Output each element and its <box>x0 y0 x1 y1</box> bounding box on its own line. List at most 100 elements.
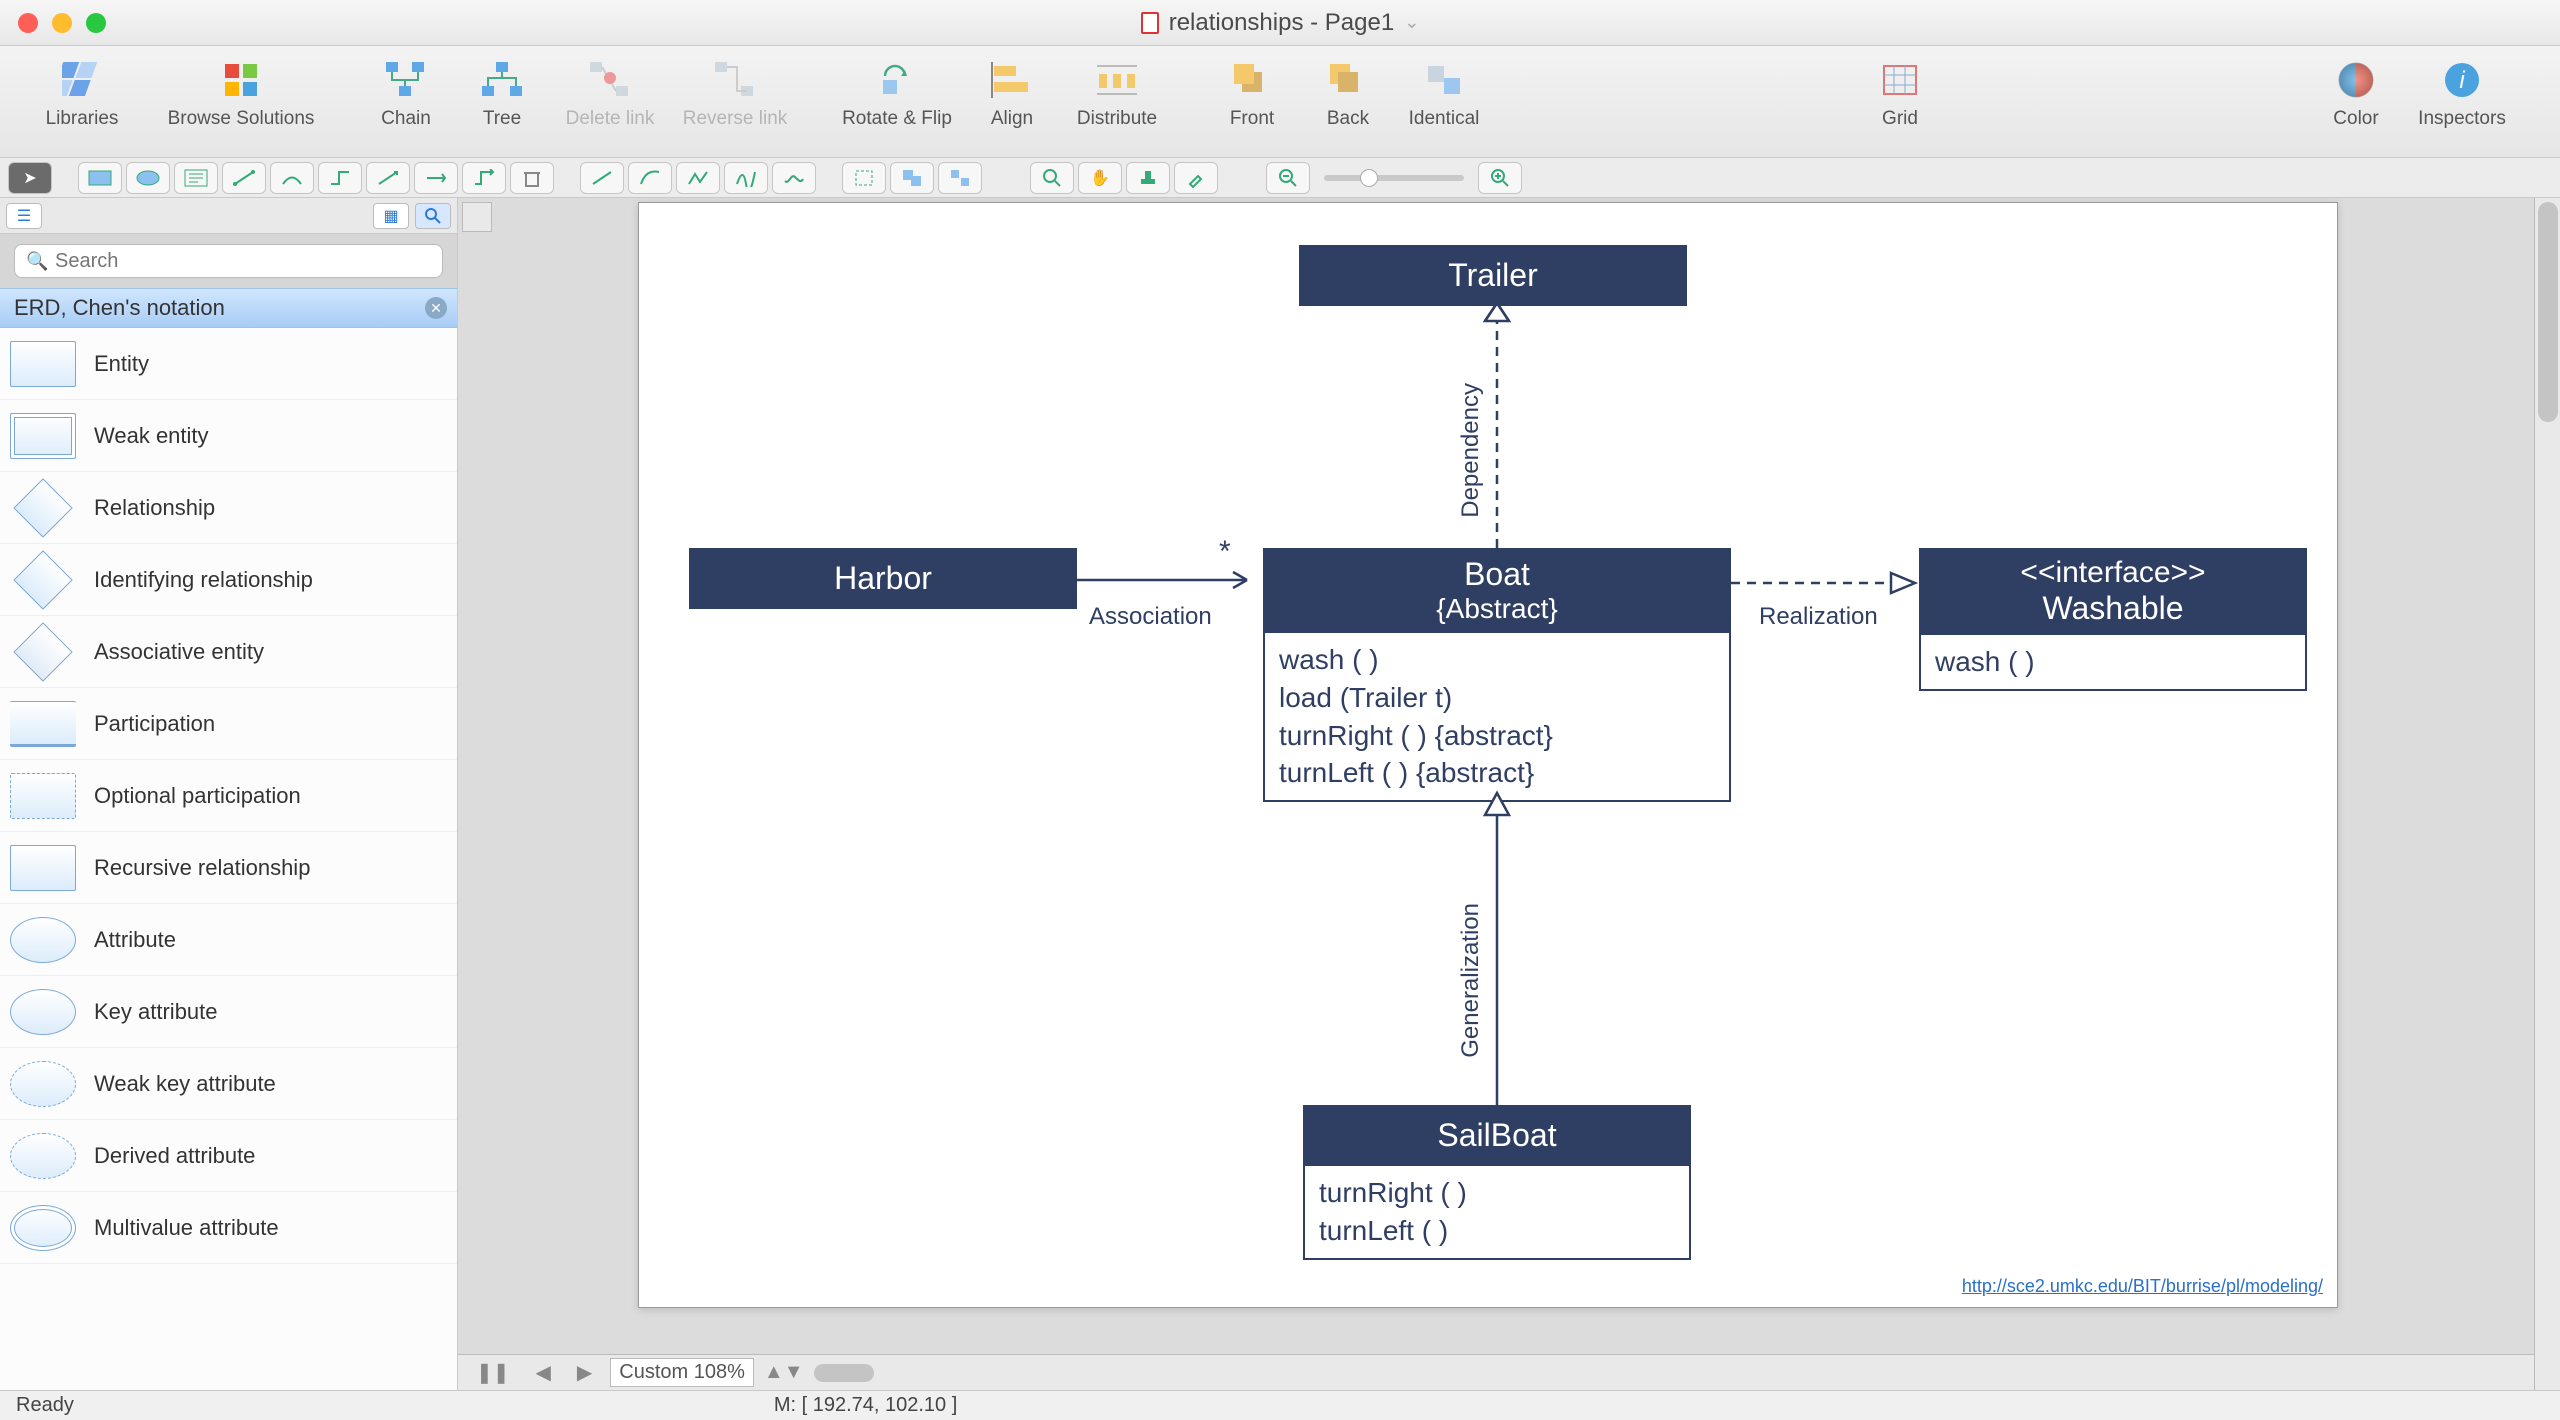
tree-button[interactable]: Tree <box>456 54 548 130</box>
status-mouse-position: M: [ 192.74, 102.10 ] <box>774 1394 957 1417</box>
connector-6-tool[interactable] <box>462 162 506 194</box>
window-title[interactable]: relationships - Page1 ⌄ <box>1141 9 1420 37</box>
pause-icon[interactable]: ❚❚ <box>468 1358 518 1387</box>
diagram-canvas[interactable]: Trailer Harbor Boat {Abstract} wash ( ) … <box>638 202 2338 1308</box>
shape-associative-entity[interactable]: Associative entity <box>0 616 457 688</box>
prev-page-button[interactable]: ◀ <box>528 1358 559 1387</box>
library-section-header[interactable]: ERD, Chen's notation ✕ <box>0 288 457 328</box>
curve-tool[interactable] <box>628 162 672 194</box>
shape-identifying-relationship[interactable]: Identifying relationship <box>0 544 457 616</box>
connector-2-tool[interactable] <box>270 162 314 194</box>
uml-harbor[interactable]: Harbor <box>689 548 1077 609</box>
shape-relationship[interactable]: Relationship <box>0 472 457 544</box>
zoom-slider[interactable] <box>1324 175 1464 181</box>
close-section-icon[interactable]: ✕ <box>425 297 447 319</box>
delete-link-icon <box>588 58 632 102</box>
shape-list: Entity Weak entity Relationship Identify… <box>0 328 457 1390</box>
horizontal-scrollbar[interactable] <box>814 1364 874 1382</box>
shape-entity[interactable]: Entity <box>0 328 457 400</box>
eyedropper-tool[interactable] <box>1174 162 1218 194</box>
shape-optional-participation[interactable]: Optional participation <box>0 760 457 832</box>
zoom-tool[interactable] <box>1030 162 1074 194</box>
zoom-level-display[interactable]: Custom 108% <box>610 1358 754 1387</box>
label-realization: Realization <box>1759 603 1878 631</box>
group-tool[interactable] <box>890 162 934 194</box>
uml-washable[interactable]: <<interface>> Washable wash ( ) <box>1919 548 2307 691</box>
identical-button[interactable]: Identical <box>1398 54 1490 130</box>
connector-1-tool[interactable] <box>222 162 266 194</box>
rect-tool[interactable] <box>78 162 122 194</box>
browse-solutions-button[interactable]: Browse Solutions <box>156 54 326 130</box>
shape-recursive-relationship[interactable]: Recursive relationship <box>0 832 457 904</box>
zoom-in-button[interactable] <box>1478 162 1522 194</box>
shape-participation[interactable]: Participation <box>0 688 457 760</box>
spline-tool[interactable] <box>724 162 768 194</box>
search-input[interactable] <box>14 244 443 278</box>
reverse-link-button[interactable]: Reverse link <box>672 54 798 130</box>
shape-attribute[interactable]: Attribute <box>0 904 457 976</box>
inspectors-icon: i <box>2440 58 2484 102</box>
grid-view-toggle[interactable]: ▦ <box>373 203 409 229</box>
connector-4-tool[interactable] <box>366 162 410 194</box>
inspectors-button[interactable]: iInspectors <box>2406 54 2518 130</box>
shape-multivalue-attribute[interactable]: Multivalue attribute <box>0 1192 457 1264</box>
ellipse-tool[interactable] <box>126 162 170 194</box>
browse-solutions-icon <box>219 58 263 102</box>
shape-weak-entity[interactable]: Weak entity <box>0 400 457 472</box>
minimize-window-icon[interactable] <box>52 13 72 33</box>
conn-realization <box>1731 571 1919 601</box>
search-view-toggle[interactable] <box>415 203 451 229</box>
conn-association <box>1077 568 1263 598</box>
front-button[interactable]: Front <box>1206 54 1298 130</box>
status-ready: Ready <box>16 1394 74 1417</box>
grid-icon <box>1878 58 1922 102</box>
connector-5-tool[interactable] <box>414 162 458 194</box>
vertical-scrollbar[interactable] <box>2534 198 2560 1390</box>
workspace: ☰ ▦ 🔍 ERD, Chen's notation ✕ Entity Weak… <box>0 198 2560 1390</box>
pan-tool[interactable]: ✋ <box>1078 162 1122 194</box>
zoom-out-button[interactable] <box>1266 162 1310 194</box>
align-button[interactable]: Align <box>966 54 1058 130</box>
canvas-area[interactable]: Trailer Harbor Boat {Abstract} wash ( ) … <box>458 198 2560 1390</box>
zoom-stepper[interactable]: ▲▼ <box>764 1361 804 1384</box>
color-button[interactable]: Color <box>2310 54 2402 130</box>
distribute-button[interactable]: Distribute <box>1062 54 1172 130</box>
select-tool[interactable]: ➤ <box>8 162 52 194</box>
text-box-tool[interactable] <box>174 162 218 194</box>
maximize-window-icon[interactable] <box>86 13 106 33</box>
reverse-link-icon <box>713 58 757 102</box>
sailboat-operations: turnRight ( ) turnLeft ( ) <box>1305 1164 1689 1258</box>
crop-tool[interactable] <box>842 162 886 194</box>
shape-library-panel: ☰ ▦ 🔍 ERD, Chen's notation ✕ Entity Weak… <box>0 198 458 1390</box>
chain-icon <box>384 58 428 102</box>
uml-boat[interactable]: Boat {Abstract} wash ( ) load (Trailer t… <box>1263 548 1731 802</box>
distribute-icon <box>1095 58 1139 102</box>
uml-sailboat[interactable]: SailBoat turnRight ( ) turnLeft ( ) <box>1303 1105 1691 1260</box>
stamp-tool[interactable] <box>1126 162 1170 194</box>
list-view-toggle[interactable]: ☰ <box>6 203 42 229</box>
status-bar: Ready M: [ 192.74, 102.10 ] <box>0 1390 2560 1420</box>
uml-trailer[interactable]: Trailer <box>1299 245 1687 306</box>
rotate-flip-button[interactable]: Rotate & Flip <box>832 54 962 130</box>
delete-link-button[interactable]: Delete link <box>552 54 668 130</box>
close-window-icon[interactable] <box>18 13 38 33</box>
search-icon: 🔍 <box>26 251 48 272</box>
grid-button[interactable]: Grid <box>1854 54 1946 130</box>
diagram-source-link[interactable]: http://sce2.umkc.edu/BIT/burrise/pl/mode… <box>1962 1276 2323 1297</box>
chain-button[interactable]: Chain <box>360 54 452 130</box>
shape-derived-attribute[interactable]: Derived attribute <box>0 1120 457 1192</box>
shape-weak-key-attribute[interactable]: Weak key attribute <box>0 1048 457 1120</box>
boat-operations: wash ( ) load (Trailer t) turnRight ( ) … <box>1265 631 1729 800</box>
line-tool[interactable] <box>580 162 624 194</box>
connector-3-tool[interactable] <box>318 162 362 194</box>
delete-tool[interactable] <box>510 162 554 194</box>
label-association: Association <box>1089 603 1212 631</box>
window-titlebar: relationships - Page1 ⌄ <box>0 0 2560 46</box>
back-button[interactable]: Back <box>1302 54 1394 130</box>
libraries-button[interactable]: Libraries <box>12 54 152 130</box>
next-page-button[interactable]: ▶ <box>569 1358 600 1387</box>
freehand-tool[interactable] <box>772 162 816 194</box>
ungroup-tool[interactable] <box>938 162 982 194</box>
shape-key-attribute[interactable]: Key attribute <box>0 976 457 1048</box>
polyline-tool[interactable] <box>676 162 720 194</box>
